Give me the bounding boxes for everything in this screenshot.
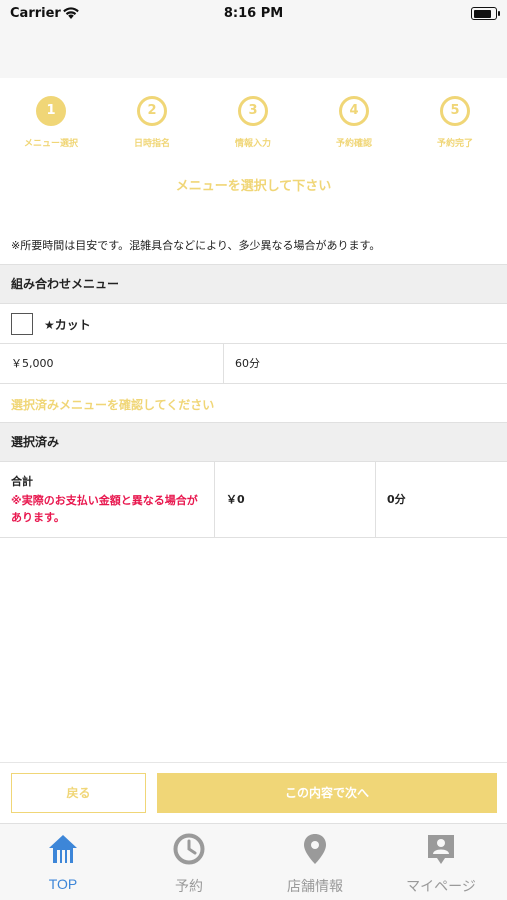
step-label: 予約確認	[335, 139, 372, 149]
step-number: 4	[339, 96, 369, 126]
navigation-bar	[0, 28, 507, 78]
confirm-selected-link[interactable]: 選択済みメニューを確認してください	[11, 396, 214, 413]
tab-label: 予約	[175, 878, 203, 894]
total-duration: 0分	[387, 493, 406, 506]
home-icon	[49, 835, 77, 863]
tab-label: TOP	[48, 876, 78, 892]
selected-header: 選択済み	[0, 422, 507, 462]
total-cell: 合計 ※実際のお支払い金額と異なる場合があります。	[0, 462, 215, 537]
tab-label: 店舗情報	[287, 878, 343, 894]
tab-label: マイページ	[406, 878, 476, 894]
combo-menu-header: 組み合わせメニュー	[0, 264, 507, 304]
step-number: 5	[440, 96, 470, 126]
clock-time: 8:16 PM	[223, 6, 284, 21]
step-label: 情報入力	[234, 139, 271, 149]
status-bar: Carrier 8:16 PM	[0, 0, 507, 28]
step-number: 1	[36, 96, 66, 126]
step-5: 5 予約完了	[410, 96, 500, 149]
tab-reservation[interactable]: 予約	[126, 824, 252, 900]
tab-store-info[interactable]: 店舗情報	[252, 824, 378, 900]
menu-item-duration: 60分	[235, 357, 260, 370]
step-label: 日時指名	[133, 139, 170, 149]
step-4: 4 予約確認	[309, 96, 399, 149]
step-1: 1 メニュー選択	[6, 96, 96, 149]
map-pin-icon	[304, 834, 326, 864]
step-2: 2 日時指名	[107, 96, 197, 149]
total-row: 合計 ※実際のお支払い金額と異なる場合があります。 ￥0 0分	[0, 462, 507, 538]
person-badge-icon	[428, 835, 454, 864]
page-title: メニューを選択して下さい	[175, 179, 332, 194]
payment-warning: ※実際のお支払い金額と異なる場合があります。	[11, 494, 198, 524]
step-indicator: 1 メニュー選択 2 日時指名 3 情報入力 4 予約確認 5 予約完了	[0, 96, 507, 156]
step-3: 3 情報入力	[208, 96, 298, 149]
tab-bar: TOP 予約 店舗情報 マイページ	[0, 823, 507, 900]
tab-mypage[interactable]: マイページ	[378, 824, 504, 900]
step-number: 3	[238, 96, 268, 126]
action-bar: 戻る この内容で次へ	[0, 762, 507, 823]
step-label: 予約完了	[436, 139, 473, 149]
back-button[interactable]: 戻る	[11, 773, 146, 813]
menu-item-price: ￥5,000	[0, 344, 224, 383]
menu-item-checkbox[interactable]	[11, 313, 33, 335]
menu-item-name: ★カット	[44, 318, 91, 332]
total-label: 合計	[11, 475, 33, 488]
total-price: ￥0	[215, 462, 376, 537]
step-label: メニュー選択	[23, 139, 78, 149]
clock-icon	[173, 833, 205, 865]
menu-item-detail-row: ￥5,000 60分	[0, 344, 507, 384]
duration-notice: ※所要時間は目安です。混雑具合などにより、多少異なる場合があります。	[11, 239, 381, 252]
step-number: 2	[137, 96, 167, 126]
tab-top[interactable]: TOP	[0, 824, 126, 900]
menu-item-row[interactable]: ★カット	[0, 304, 507, 344]
battery-icon	[471, 7, 500, 20]
next-button[interactable]: この内容で次へ	[157, 773, 497, 813]
